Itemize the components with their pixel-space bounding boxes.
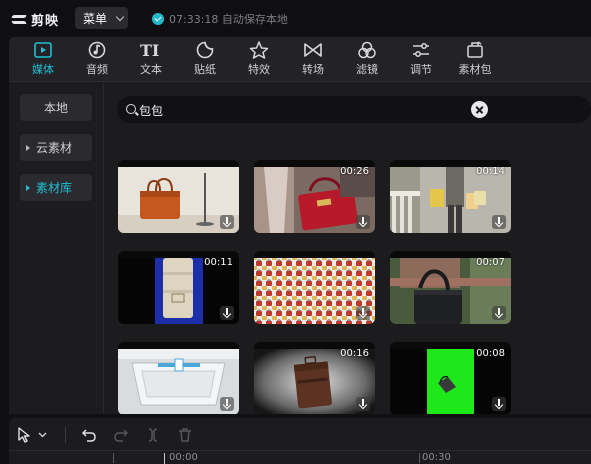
media-icon [32, 40, 54, 60]
sidebar-item-cloud[interactable]: 云素材 [20, 134, 92, 161]
adjust-icon [410, 40, 432, 60]
media-card[interactable]: 00:07 [390, 251, 511, 324]
sticker-icon [194, 40, 216, 60]
title-bar: 剪映 菜单 07:33:18 自动保存本地 [0, 0, 591, 36]
tab-text[interactable]: TI 文本 [129, 40, 173, 80]
tab-adjust-label: 调节 [410, 63, 432, 76]
download-icon[interactable] [220, 215, 234, 229]
tab-filter[interactable]: 滤镜 [345, 40, 389, 80]
tab-effects-label: 特效 [248, 63, 270, 76]
tab-effects[interactable]: 特效 [237, 40, 281, 80]
chevron-down-icon [115, 12, 125, 21]
caret-right-icon [26, 144, 30, 151]
sidebar-item-label: 云素材 [36, 141, 73, 155]
autosave-text: 07:33:18 自动保存本地 [169, 13, 288, 26]
split-icon[interactable] [144, 426, 162, 444]
duration-label: 00:14 [476, 166, 505, 177]
media-card[interactable]: 00:08 [390, 342, 511, 414]
media-card[interactable]: 00:26 [254, 160, 375, 233]
download-icon[interactable] [356, 306, 370, 320]
download-icon[interactable] [492, 215, 506, 229]
duration-label: 00:08 [476, 348, 505, 359]
tab-material-pack[interactable]: 素材包 [453, 40, 497, 80]
tab-material-pack-label: 素材包 [458, 63, 492, 76]
timeline-toolbar: 00:00 00:30 [9, 418, 591, 464]
timeline-tools [17, 426, 194, 444]
undo-icon[interactable] [80, 426, 98, 444]
sidebar-item-label: 素材库 [36, 181, 73, 195]
clear-search-button[interactable] [471, 101, 488, 118]
source-sidebar: 本地 云素材 素材库 [9, 83, 104, 414]
duration-label: 00:16 [340, 348, 369, 359]
ruler-tick [113, 453, 114, 463]
tab-media[interactable]: 媒体 [21, 40, 65, 80]
effects-icon [248, 40, 270, 60]
download-icon[interactable] [492, 306, 506, 320]
download-icon[interactable] [356, 397, 370, 411]
media-card[interactable]: 00:14 [390, 160, 511, 233]
svg-text:TI: TI [140, 42, 159, 58]
tab-audio-label: 音频 [86, 63, 108, 76]
tab-filter-label: 滤镜 [356, 63, 378, 76]
category-toolbar: 媒体 音频 TI 文本 贴纸 特效 转场 滤镜 调节 素材包 [9, 37, 591, 82]
tab-sticker-label: 贴纸 [194, 63, 216, 76]
capcut-logo-icon [11, 13, 27, 27]
check-icon [152, 13, 164, 25]
caret-right-icon [26, 184, 30, 191]
tab-transition-label: 转场 [302, 63, 324, 76]
ruler-label: 00:30 [422, 452, 451, 463]
tab-text-label: 文本 [140, 63, 162, 76]
redo-icon[interactable] [112, 426, 130, 444]
ruler-label: 00:00 [169, 452, 198, 463]
transition-icon [302, 40, 324, 60]
download-icon[interactable] [356, 215, 370, 229]
playhead-marker[interactable] [164, 453, 165, 464]
media-panel: 媒体 音频 TI 文本 贴纸 特效 转场 滤镜 调节 素材包 本地 云素材 素材… [9, 37, 591, 414]
material-pack-icon [464, 40, 486, 60]
duration-label: 00:26 [340, 166, 369, 177]
audio-icon [86, 40, 108, 60]
duration-label: 00:11 [204, 257, 233, 268]
delete-icon[interactable] [176, 426, 194, 444]
select-cursor-icon[interactable] [17, 426, 51, 444]
tab-transition[interactable]: 转场 [291, 40, 335, 80]
download-icon[interactable] [492, 397, 506, 411]
app-logo: 剪映 [11, 10, 59, 29]
tab-adjust[interactable]: 调节 [399, 40, 443, 80]
media-card[interactable]: 00:11 [118, 251, 239, 324]
sidebar-item-library[interactable]: 素材库 [20, 174, 92, 201]
search-bar [117, 96, 591, 123]
menu-button[interactable]: 菜单 [75, 7, 128, 29]
search-icon [126, 104, 136, 114]
search-input[interactable] [139, 100, 559, 120]
media-card[interactable] [118, 342, 239, 414]
sidebar-item-local[interactable]: 本地 [20, 94, 92, 121]
tab-media-label: 媒体 [32, 63, 54, 76]
filter-icon [356, 40, 378, 60]
media-card[interactable] [254, 251, 375, 324]
tab-audio[interactable]: 音频 [75, 40, 119, 80]
download-icon[interactable] [220, 397, 234, 411]
media-card[interactable] [118, 160, 239, 233]
duration-label: 00:07 [476, 257, 505, 268]
media-card[interactable]: 00:16 [254, 342, 375, 414]
autosave-status: 07:33:18 自动保存本地 [152, 11, 288, 27]
menu-label: 菜单 [83, 11, 108, 26]
app-name: 剪映 [31, 14, 60, 29]
ruler-tick [419, 453, 420, 463]
text-icon: TI [140, 40, 162, 60]
toolbar-divider [65, 427, 66, 443]
download-icon[interactable] [220, 306, 234, 320]
timeline-ruler[interactable]: 00:00 00:30 [9, 450, 591, 464]
tab-sticker[interactable]: 贴纸 [183, 40, 227, 80]
sidebar-item-label: 本地 [43, 101, 68, 115]
